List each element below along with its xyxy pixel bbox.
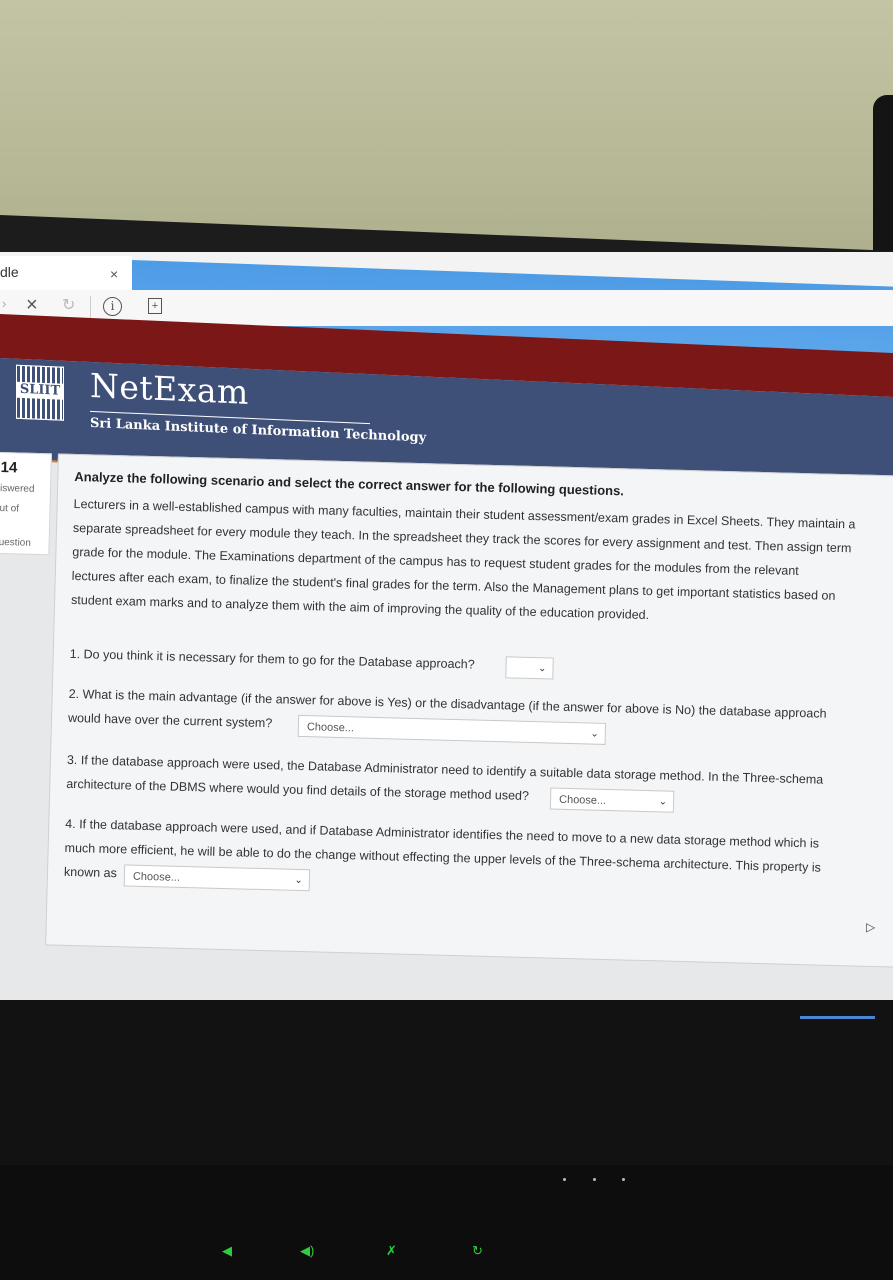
logo-text: SLIIT	[17, 381, 63, 400]
sync-icon: ↻	[472, 1243, 483, 1258]
close-tab-icon[interactable]: ×	[110, 266, 118, 282]
volume-down-icon: ◀	[222, 1243, 232, 1258]
answer-select-2[interactable]: Choose... ⌄	[297, 714, 607, 745]
laptop-body	[0, 1165, 893, 1280]
sub-question-1: 1. Do you think it is necessary for them…	[69, 646, 475, 672]
tab-strip: dle ×	[0, 252, 893, 369]
answer-select-1[interactable]: ⌄	[505, 656, 554, 680]
screen-scroll-indicator	[800, 1016, 875, 1019]
brand-title[interactable]: NetExam	[90, 366, 249, 412]
flag-question-link[interactable]: uestion	[0, 537, 31, 549]
monitor-bezel-bottom	[0, 1000, 893, 1180]
question-info-panel: 14 iswered ut of uestion	[0, 451, 52, 556]
select-value: Choose...	[132, 870, 181, 884]
sub-question-3: architecture of the DBMS where would you…	[66, 776, 530, 803]
mic-mute-icon: ✗	[386, 1243, 397, 1258]
quiz-content: 14 iswered ut of uestion Analyze the fol…	[0, 451, 893, 1022]
indicator-light	[593, 1178, 596, 1181]
info-icon[interactable]: i	[103, 297, 122, 316]
question-box: Analyze the following scenario and selec…	[45, 453, 893, 968]
chevron-down-icon: ⌄	[294, 874, 304, 887]
chevron-down-icon: ⌄	[537, 663, 547, 675]
divider	[90, 296, 91, 318]
chevron-down-icon: ⌄	[658, 796, 668, 808]
chevron-down-icon: ⌄	[590, 728, 599, 740]
answer-select-4[interactable]: Choose... ⌄	[123, 864, 311, 892]
answer-select-3[interactable]: Choose... ⌄	[549, 787, 675, 813]
mouse-cursor-icon: ▷	[866, 920, 876, 934]
tab-active[interactable]: dle ×	[0, 256, 132, 290]
browser-window: dle × › × ↻ i + SLIIT NetExam Sri Lanka …	[0, 252, 893, 1022]
reload-icon[interactable]: ↻	[62, 295, 75, 315]
question-marks: ut of	[0, 503, 20, 515]
select-value: Choose...	[558, 793, 607, 807]
sub-question-2: would have over the current system?	[67, 710, 273, 731]
sliit-logo[interactable]: SLIIT	[16, 364, 64, 421]
select-value: Choose...	[306, 721, 355, 735]
volume-up-icon: ◀)	[300, 1243, 315, 1258]
tab-title: dle	[0, 264, 19, 280]
question-status: iswered	[0, 483, 35, 495]
sub-question-4: known as	[63, 864, 118, 881]
back-icon[interactable]: ›	[2, 296, 6, 311]
indicator-light	[622, 1178, 625, 1181]
indicator-light	[563, 1178, 566, 1181]
question-number: 14	[0, 459, 18, 477]
scenario-line: student exam marks and to analyze them w…	[70, 592, 650, 623]
new-tab-icon[interactable]: +	[148, 298, 162, 314]
stop-icon[interactable]: ×	[26, 294, 38, 317]
question-heading: Analyze the following scenario and selec…	[74, 468, 625, 499]
